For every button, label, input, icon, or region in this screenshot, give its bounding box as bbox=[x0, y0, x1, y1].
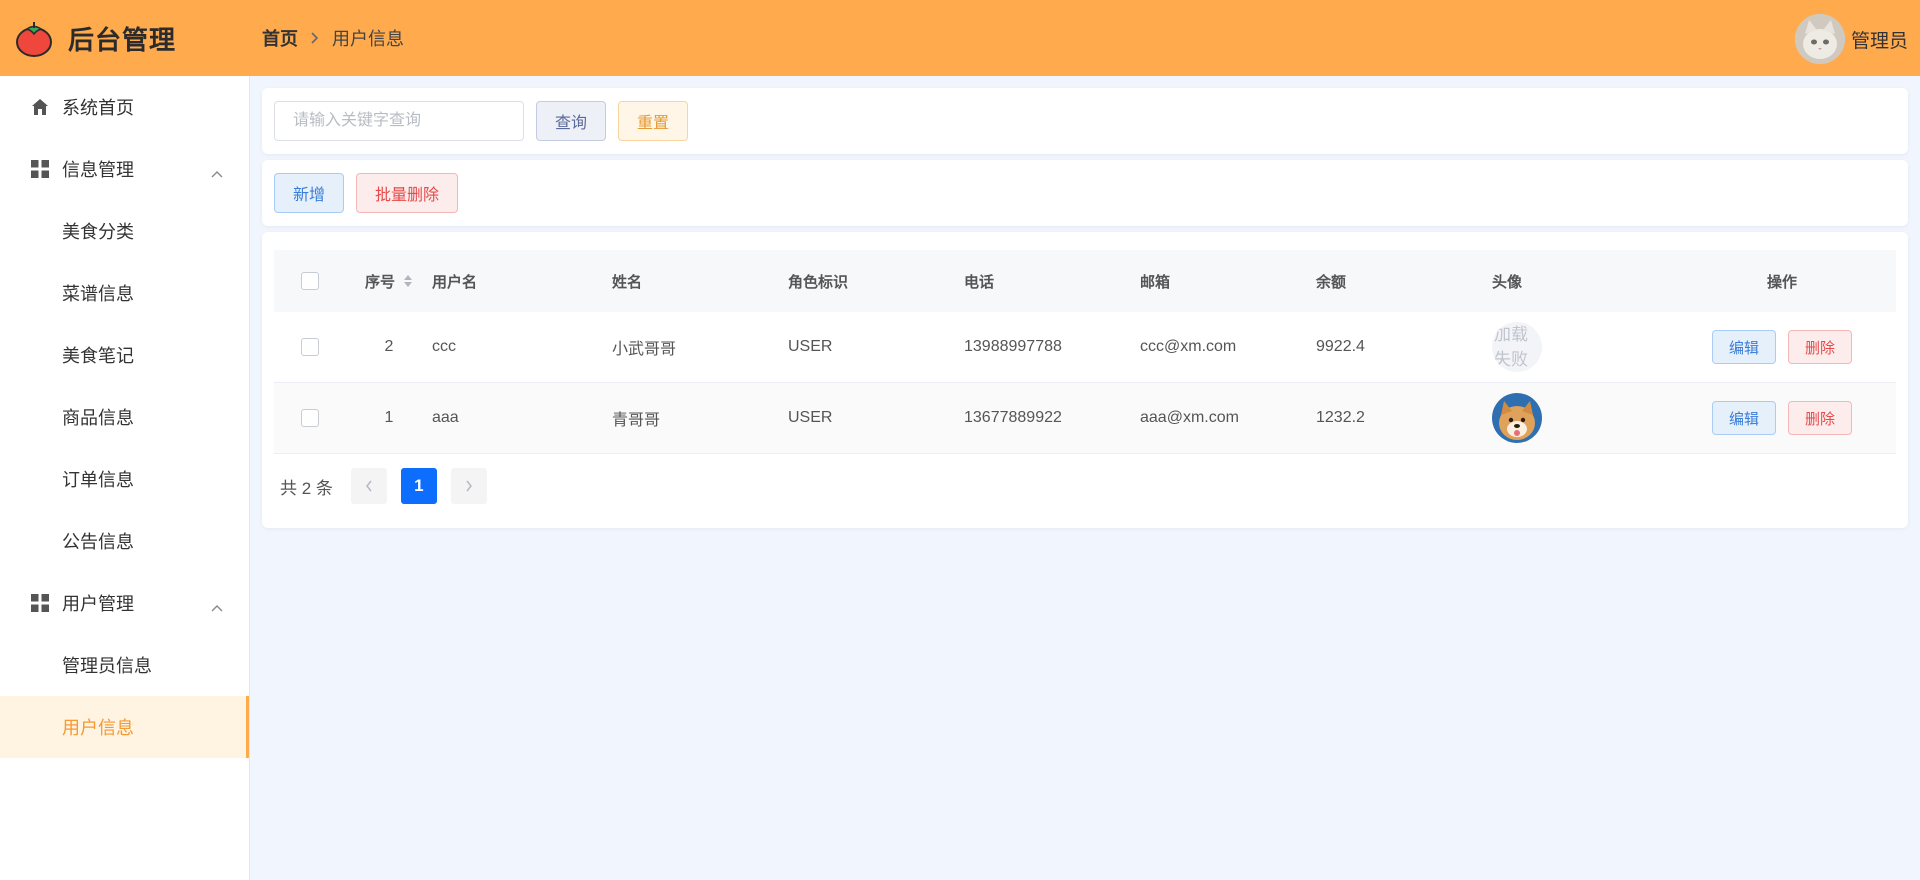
page-number-button[interactable]: 1 bbox=[400, 468, 437, 504]
chevron-right-icon bbox=[310, 31, 320, 45]
row-no: 2 bbox=[384, 338, 394, 355]
column-header-name: 姓名 bbox=[612, 273, 643, 291]
action-bar: 新增 批量删除 bbox=[262, 160, 1908, 226]
sidebar-item-notices[interactable]: 公告信息 bbox=[0, 510, 249, 572]
column-header-actions: 操作 bbox=[1766, 273, 1797, 291]
row-no: 1 bbox=[384, 409, 394, 426]
chevron-left-icon bbox=[365, 480, 372, 492]
sidebar: 系统首页 信息管理 美食分类 菜谱信息 美食笔记 商品信息 订单信息 公告信息 … bbox=[0, 76, 250, 880]
sidebar-item-products[interactable]: 商品信息 bbox=[0, 386, 249, 448]
sidebar-group-info[interactable]: 信息管理 bbox=[0, 138, 249, 200]
delete-button[interactable]: 删除 bbox=[1788, 401, 1853, 435]
sidebar-item-food-notes[interactable]: 美食笔记 bbox=[0, 324, 249, 386]
table-header: 序号 用户名 姓名 角色标识 电话 邮箱 余额 头像 操作 bbox=[274, 250, 1896, 312]
sidebar-item-recipe[interactable]: 菜谱信息 bbox=[0, 262, 249, 324]
row-balance: 9922.4 bbox=[1316, 338, 1365, 355]
edit-button[interactable]: 编辑 bbox=[1711, 401, 1776, 435]
row-role: USER bbox=[788, 409, 833, 426]
column-header-username: 用户名 bbox=[432, 273, 478, 291]
query-button[interactable]: 查询 bbox=[536, 101, 607, 141]
search-bar: 查询 重置 bbox=[262, 88, 1908, 154]
edit-button[interactable]: 编辑 bbox=[1711, 330, 1776, 364]
sidebar-item-orders[interactable]: 订单信息 bbox=[0, 448, 249, 510]
logo-area: 后台管理 bbox=[0, 0, 250, 76]
row-balance: 1232.2 bbox=[1316, 409, 1365, 426]
sidebar-group-user[interactable]: 用户管理 bbox=[0, 572, 249, 634]
column-header-phone: 电话 bbox=[964, 273, 995, 291]
table-row: 1 aaa 青哥哥 USER 13677889922 aaa@xm.com 12… bbox=[274, 383, 1896, 454]
table-row: 2 ccc 小武哥哥 USER 13988997788 ccc@xm.com 9… bbox=[274, 312, 1896, 383]
sidebar-item-label: 系统首页 bbox=[62, 98, 134, 118]
row-name: 小武哥哥 bbox=[612, 341, 677, 358]
batch-delete-button[interactable]: 批量删除 bbox=[356, 173, 459, 213]
sidebar-group-label: 用户管理 bbox=[62, 594, 134, 614]
top-header: 后台管理 首页 用户信息 管理员 bbox=[0, 0, 1920, 76]
next-page-button[interactable] bbox=[450, 468, 487, 504]
row-avatar[interactable] bbox=[1492, 393, 1542, 443]
user-table-card: 序号 用户名 姓名 角色标识 电话 邮箱 余额 头像 操作 2 ccc 小武哥哥 bbox=[262, 232, 1908, 528]
breadcrumb-home-link[interactable]: 首页 bbox=[262, 25, 298, 51]
pagination-total: 共 2 条 bbox=[280, 478, 333, 498]
grid-icon bbox=[30, 159, 50, 179]
column-header-email: 邮箱 bbox=[1140, 273, 1171, 291]
admin-name[interactable]: 管理员 bbox=[1851, 26, 1908, 53]
column-header-avatar: 头像 bbox=[1492, 273, 1523, 291]
main-content: 查询 重置 新增 批量删除 序号 用户名 姓名 角色标识 电话 邮箱 余额 bbox=[262, 88, 1908, 528]
column-header-no[interactable]: 序号 bbox=[346, 271, 432, 292]
admin-avatar[interactable] bbox=[1794, 14, 1845, 64]
sort-icon[interactable] bbox=[403, 274, 413, 288]
tomato-logo-icon bbox=[14, 18, 54, 58]
column-header-balance: 余额 bbox=[1316, 273, 1347, 291]
home-icon bbox=[30, 97, 50, 117]
sidebar-item-home[interactable]: 系统首页 bbox=[0, 76, 249, 138]
row-name: 青哥哥 bbox=[612, 412, 661, 429]
reset-button[interactable]: 重置 bbox=[618, 101, 689, 141]
row-role: USER bbox=[788, 338, 833, 355]
column-header-role: 角色标识 bbox=[788, 273, 849, 291]
row-username: ccc bbox=[432, 338, 456, 355]
row-email: aaa@xm.com bbox=[1140, 409, 1239, 426]
prev-page-button[interactable] bbox=[350, 468, 387, 504]
chevron-up-icon bbox=[211, 596, 223, 617]
sidebar-item-admins[interactable]: 管理员信息 bbox=[0, 634, 249, 696]
row-phone: 13988997788 bbox=[964, 338, 1062, 355]
user-table: 序号 用户名 姓名 角色标识 电话 邮箱 余额 头像 操作 2 ccc 小武哥哥 bbox=[274, 250, 1896, 454]
chevron-up-icon bbox=[211, 162, 223, 183]
chevron-right-icon bbox=[466, 480, 472, 492]
sidebar-item-users[interactable]: 用户信息 bbox=[0, 696, 249, 758]
row-avatar-failed[interactable]: 加载失败 bbox=[1492, 322, 1542, 372]
row-username: aaa bbox=[432, 409, 459, 426]
select-all-checkbox[interactable] bbox=[301, 272, 319, 290]
grid-icon bbox=[30, 593, 50, 613]
row-email: ccc@xm.com bbox=[1140, 338, 1237, 355]
delete-button[interactable]: 删除 bbox=[1788, 330, 1853, 364]
app-title: 后台管理 bbox=[68, 24, 177, 55]
search-input[interactable] bbox=[274, 101, 524, 141]
breadcrumb: 首页 用户信息 bbox=[262, 25, 404, 51]
sidebar-item-food-category[interactable]: 美食分类 bbox=[0, 200, 249, 262]
row-checkbox[interactable] bbox=[301, 338, 319, 356]
add-button[interactable]: 新增 bbox=[274, 173, 345, 213]
sidebar-group-label: 信息管理 bbox=[62, 160, 134, 180]
row-phone: 13677889922 bbox=[964, 409, 1062, 426]
pagination: 共 2 条 1 bbox=[274, 468, 1896, 504]
breadcrumb-current: 用户信息 bbox=[332, 29, 404, 49]
user-menu[interactable]: 管理员 bbox=[1794, 14, 1908, 64]
row-checkbox[interactable] bbox=[301, 409, 319, 427]
